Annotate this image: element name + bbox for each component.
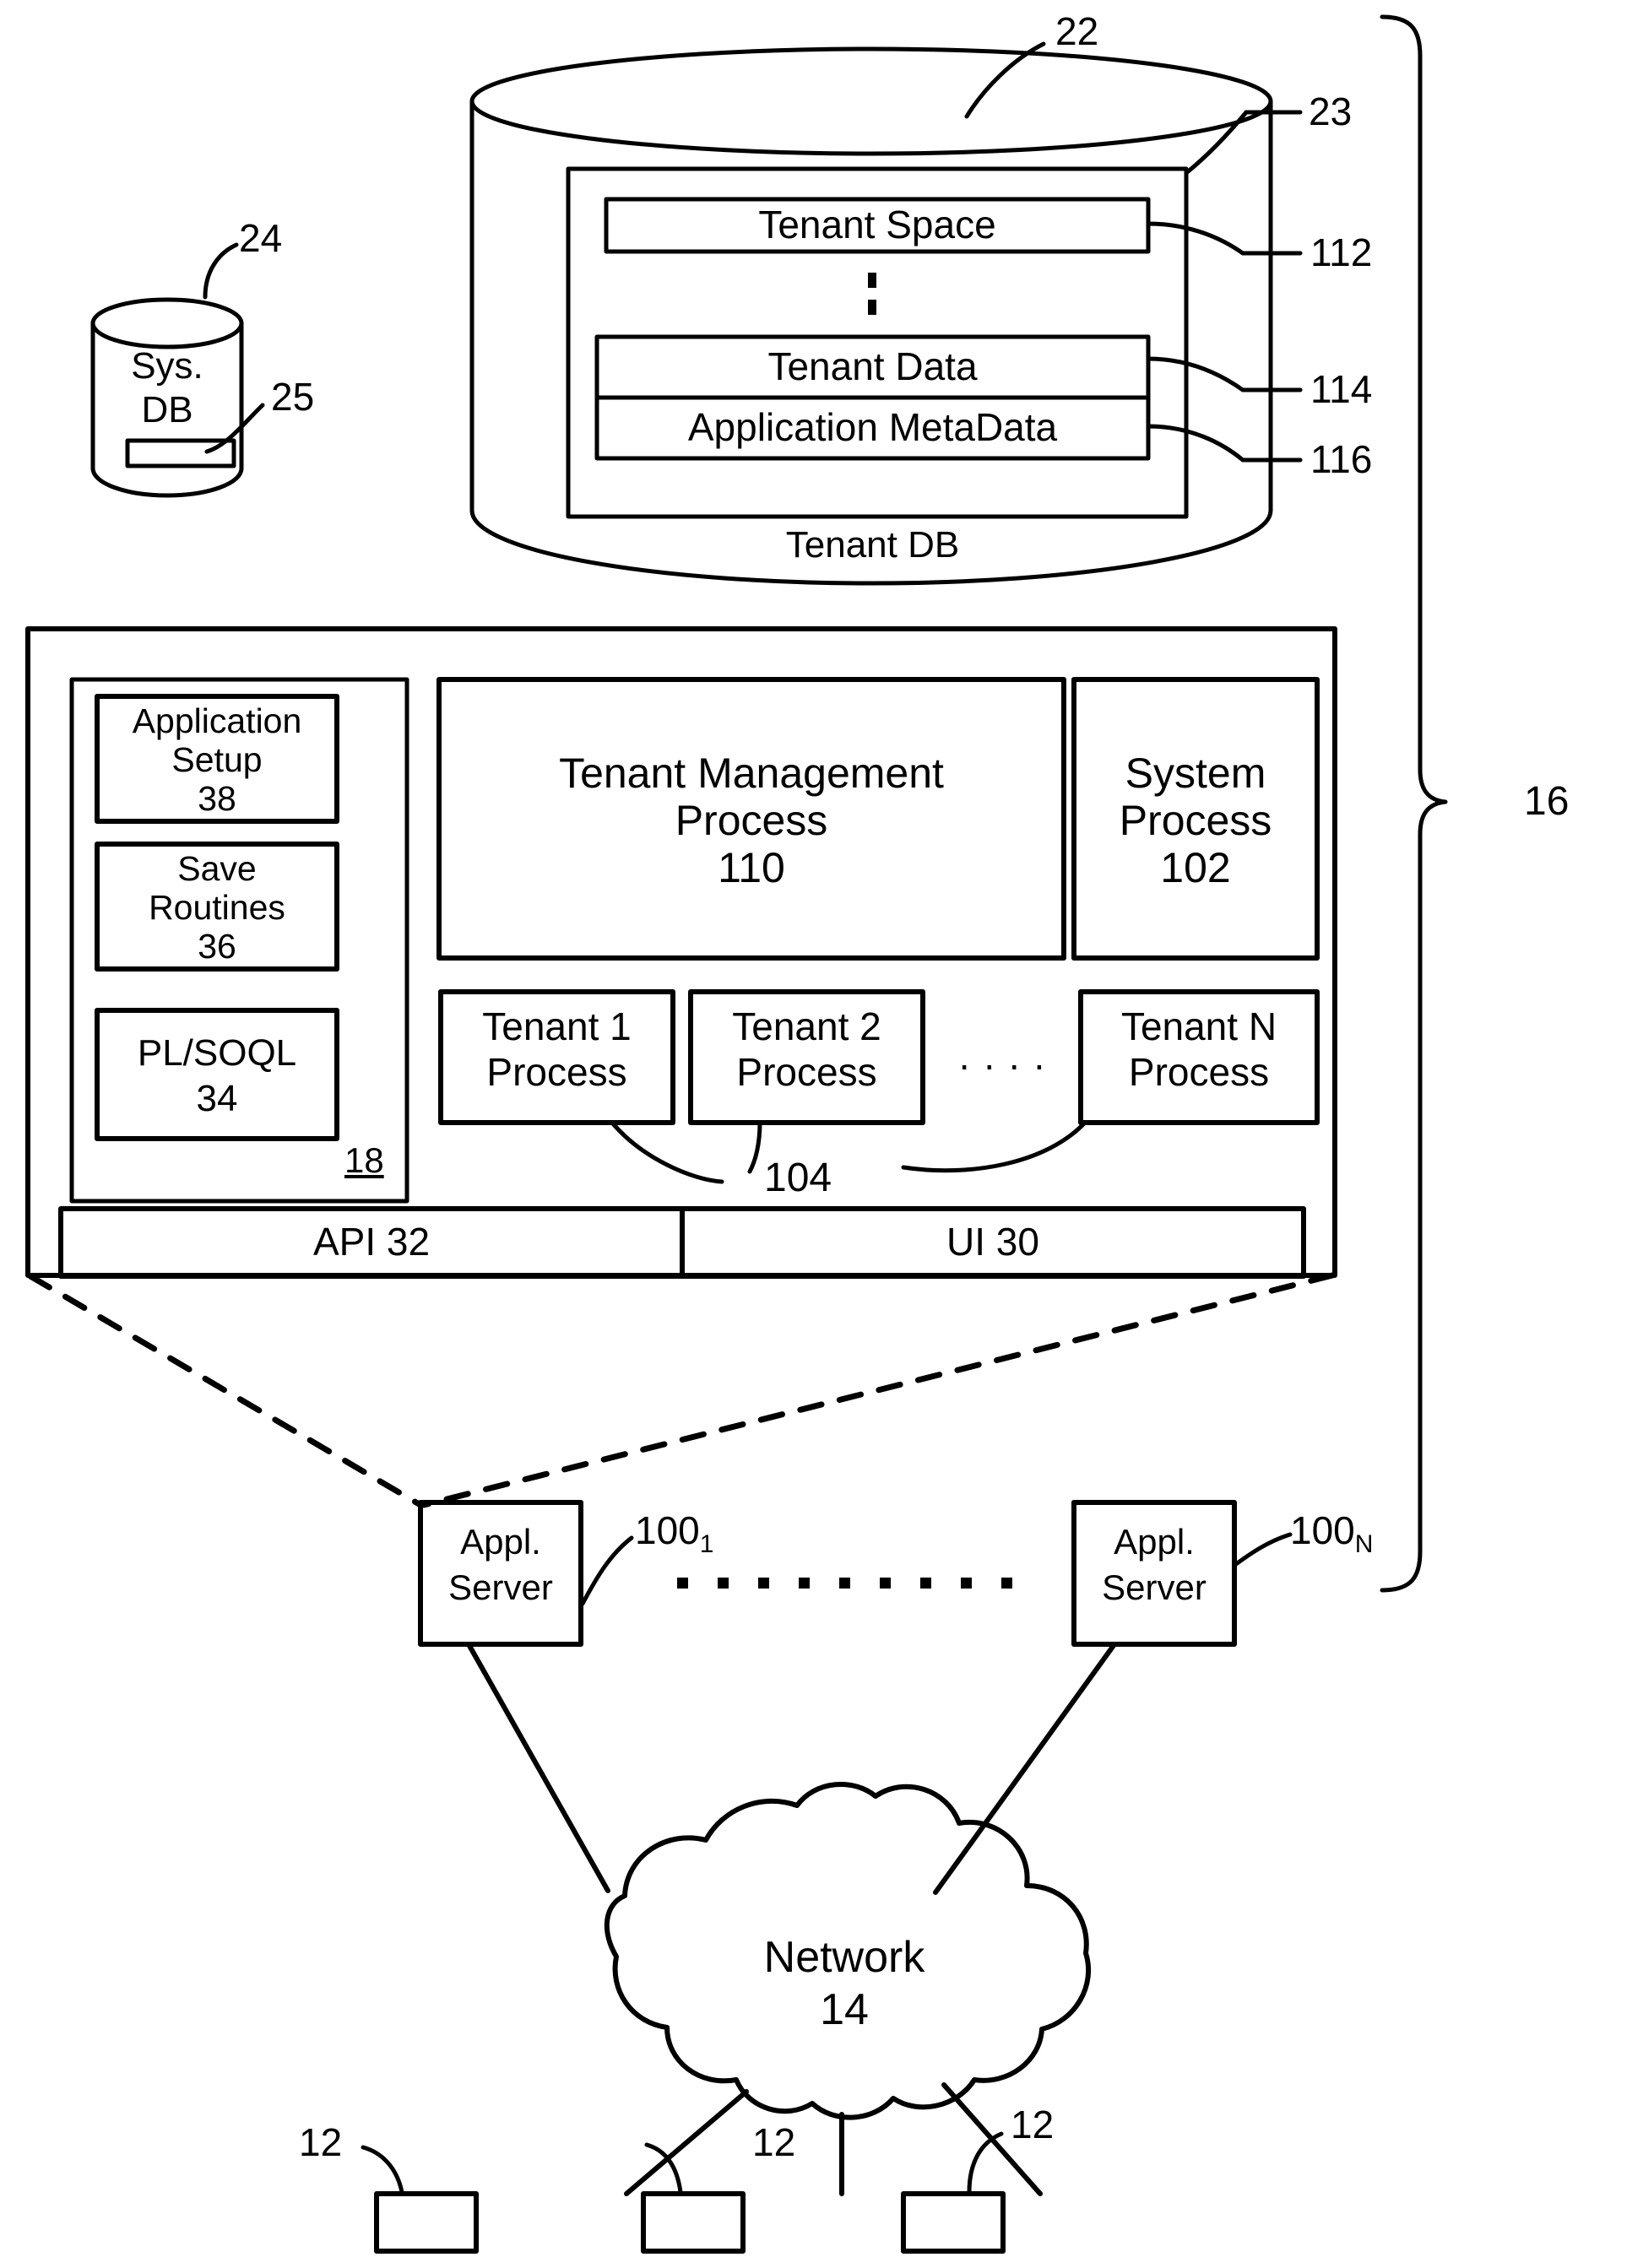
ref-112: 112 [1310, 230, 1373, 274]
ref-116: 116 [1310, 437, 1373, 481]
leader-112 [1146, 221, 1303, 256]
appl-server-n-line2: Server [1102, 1567, 1206, 1608]
leader-12-3 [967, 2131, 1004, 2195]
ref-100-n: 100N [1290, 1507, 1373, 1559]
tenant-process-ellipsis: . . . . [958, 1034, 1047, 1079]
leader-22 [964, 41, 1046, 119]
patent-figure-canvas: Tenant Space Tenant Data Application Met… [0, 0, 1643, 2268]
tenant-management-process-line2: Process [675, 796, 828, 844]
tenant-n-process-line1: Tenant N [1120, 1004, 1277, 1049]
application-setup-line2: Setup [171, 739, 263, 779]
leader-12-1 [361, 2145, 404, 2195]
ref-18: 18 [344, 1140, 384, 1180]
application-metadata-label: Application MetaData [687, 405, 1058, 450]
vertical-ellipsis-dots [868, 273, 876, 315]
appl-server-1-line2: Server [448, 1567, 553, 1608]
api-label: API 32 [312, 1220, 431, 1264]
tenant-1-process-line1: Tenant 1 [482, 1004, 632, 1049]
ref-12-3: 12 [1011, 2103, 1055, 2146]
ref-100-1-subscript: 1 [699, 1530, 714, 1559]
ref-100-1-base: 100 [635, 1508, 700, 1552]
user-system-box-2 [641, 2191, 746, 2254]
appl-server-n-line1: Appl. [1114, 1522, 1195, 1562]
tenant-2-process-line1: Tenant 2 [732, 1004, 881, 1049]
user-system-box-3 [901, 2191, 1006, 2254]
bracket-16 [1380, 14, 1448, 1593]
tenant-management-process-number: 110 [718, 843, 785, 891]
plsoql-line1: PL/SOQL [137, 1032, 297, 1074]
ref-114: 114 [1310, 367, 1373, 411]
ref-104: 104 [764, 1156, 832, 1200]
application-setup-line1: Application [132, 701, 302, 740]
ref-12-2: 12 [752, 2120, 796, 2164]
tenant-2-process-line2: Process [736, 1050, 877, 1095]
system-process-line1: System [1125, 749, 1266, 797]
ref-16: 16 [1524, 779, 1570, 824]
tenant-db-cylinder-label: Tenant DB [785, 524, 960, 566]
ref-23: 23 [1309, 89, 1353, 133]
network-label-line1: Network [763, 1932, 925, 1982]
ref-100-n-subscript: N [1354, 1530, 1374, 1559]
appl-server-ellipsis-dots [677, 1578, 1012, 1589]
ref-12-1: 12 [299, 2120, 343, 2164]
appl-server-1-line1: Appl. [460, 1522, 541, 1562]
tenant-space-label: Tenant Space [758, 203, 996, 247]
ref-22: 22 [1055, 9, 1099, 53]
tenant-data-label: Tenant Data [767, 344, 978, 389]
ref-24: 24 [239, 216, 283, 260]
leader-23 [1184, 110, 1303, 176]
tenant-management-process-line1: Tenant Management [559, 749, 944, 797]
leader-24 [203, 242, 239, 300]
ref-100-n-base: 100 [1290, 1508, 1355, 1552]
server-to-network-links [466, 1642, 1117, 1895]
leader-104 [610, 1120, 1087, 1184]
tenant-n-process-line2: Process [1128, 1050, 1270, 1095]
save-routines-line2: Routines [149, 887, 285, 927]
ref-25: 25 [271, 375, 315, 419]
network-to-user-links [624, 2082, 1043, 2196]
leader-100-1 [580, 1535, 634, 1606]
sys-db-label-line1: Sys. [131, 345, 203, 387]
tenant-1-process-line2: Process [486, 1050, 627, 1095]
tenant-db-cylinder [469, 46, 1273, 586]
ref-100-1: 1001 [635, 1507, 713, 1559]
save-routines-number: 36 [198, 926, 236, 966]
save-routines-line1: Save [177, 848, 257, 888]
network-label-line2: 14 [820, 1984, 869, 2034]
ui-label: UI 30 [946, 1220, 1039, 1264]
system-process-line2: Process [1119, 796, 1272, 844]
leader-114 [1146, 356, 1303, 392]
user-system-box-1 [374, 2191, 479, 2254]
expansion-dashed-lines [27, 1272, 1336, 1508]
sys-db-slot [125, 438, 236, 468]
leader-100-n [1234, 1532, 1293, 1567]
plsoql-number: 34 [196, 1078, 238, 1120]
leader-116 [1146, 424, 1303, 463]
application-setup-number: 38 [198, 778, 236, 818]
system-process-number: 102 [1160, 843, 1231, 891]
sys-db-label-line2: DB [141, 389, 193, 431]
leader-12-2 [644, 2142, 683, 2195]
